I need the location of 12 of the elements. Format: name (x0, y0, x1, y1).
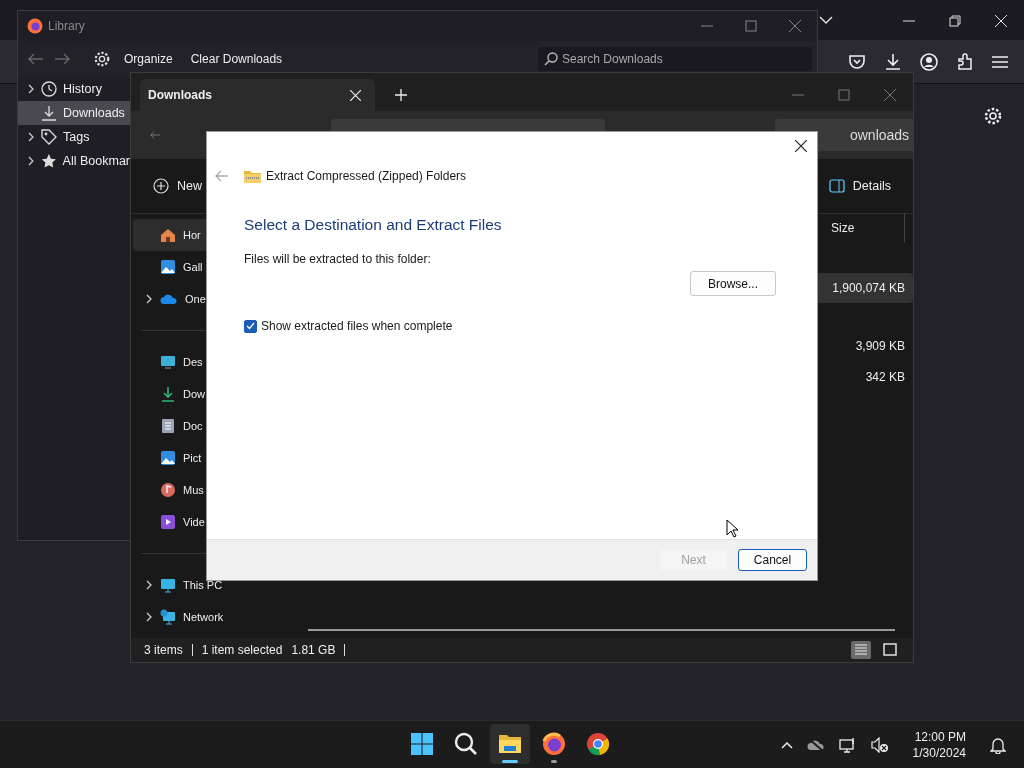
dialog-title: Extract Compressed (Zipped) Folders (266, 169, 467, 183)
size-cell-text: 342 KB (864, 370, 905, 384)
item-count: 3 items (144, 643, 183, 657)
dialog-heading: Select a Destination and Extract Files (244, 216, 503, 234)
tab-title: Downloads (148, 88, 212, 102)
selection-size: 1.81 GB (291, 643, 336, 657)
selection-info: 1 item selected (201, 643, 283, 657)
checkbox-label: Show extracted files when complete (261, 319, 453, 333)
folder-label: Files will be extracted to this folder: (244, 252, 432, 266)
size-cell-text: 1,900,074 KB (831, 281, 905, 295)
window-title: Library (48, 19, 85, 33)
size-cell-text: 3,909 KB (854, 339, 905, 353)
